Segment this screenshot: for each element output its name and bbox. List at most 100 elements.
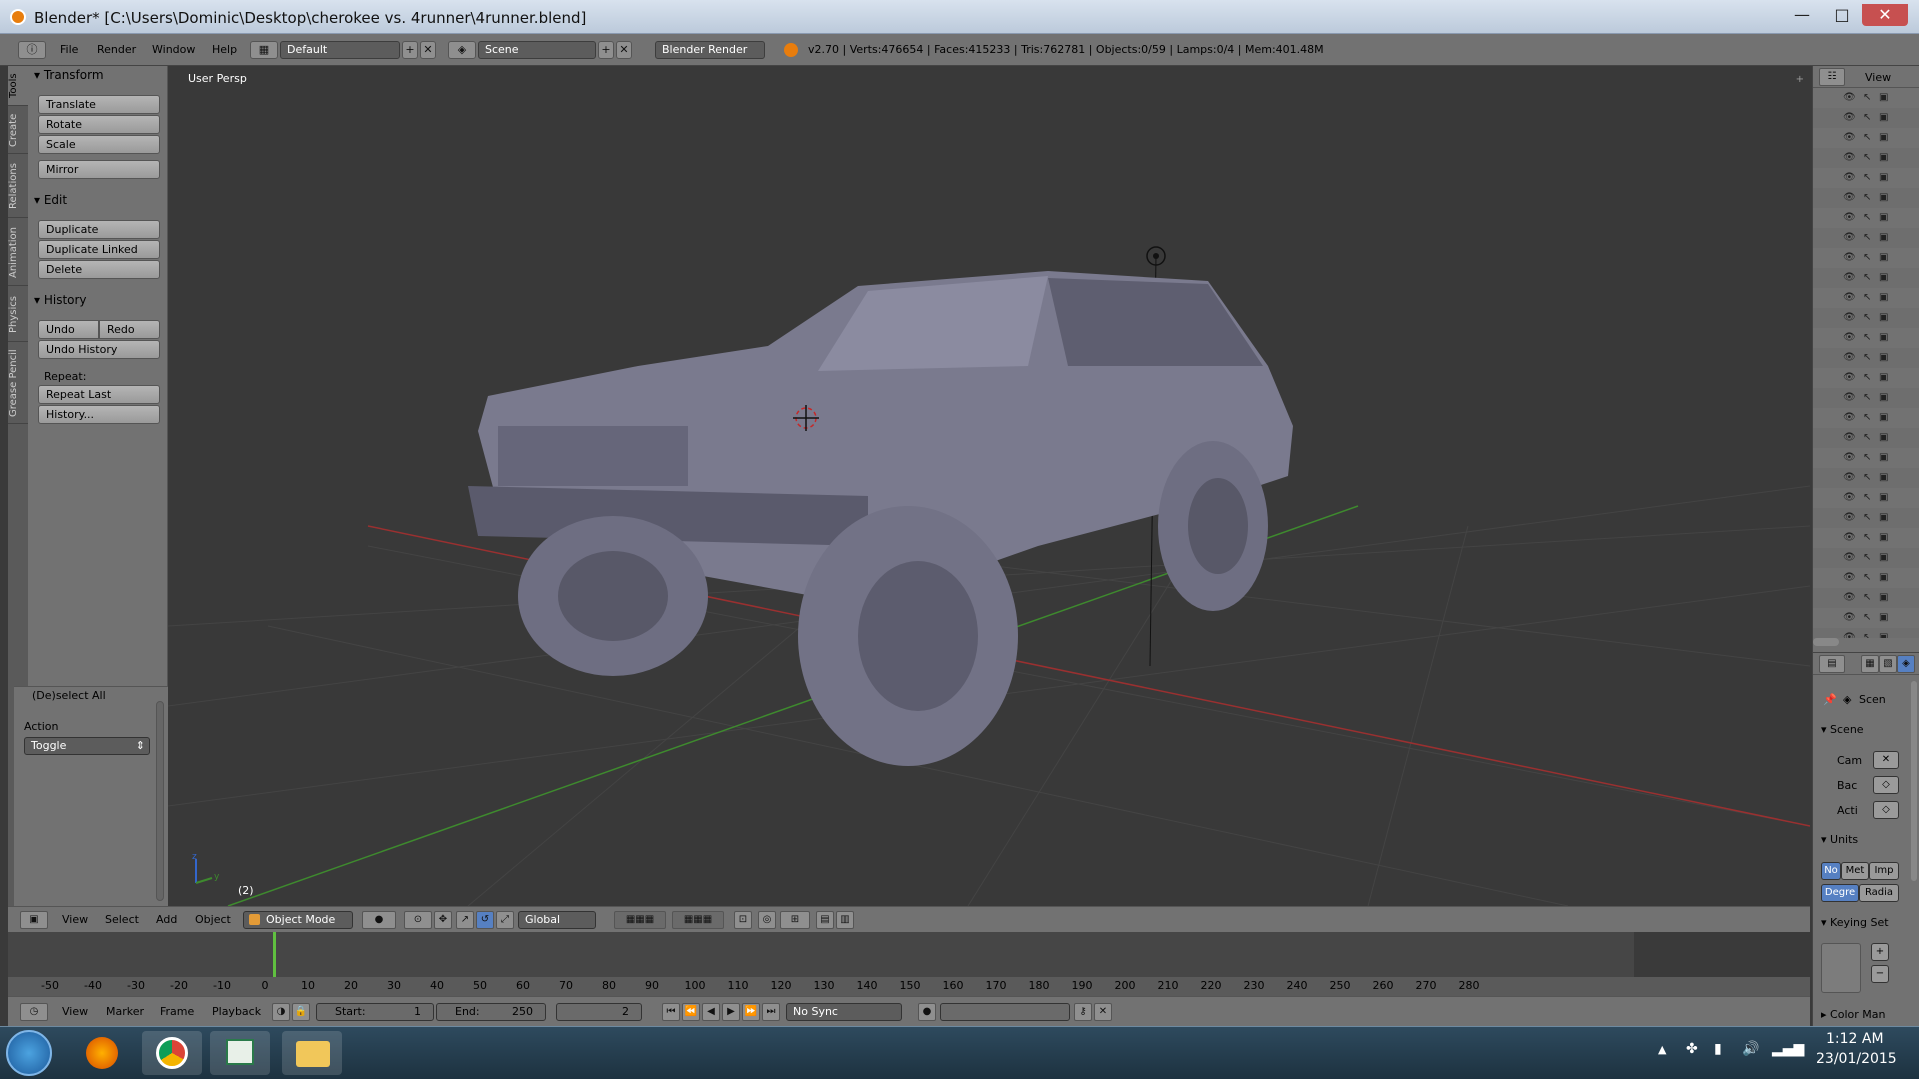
scene-icon[interactable]: ◈ (448, 41, 476, 59)
eye-icon[interactable]: 👁 (1843, 592, 1856, 603)
menu-select[interactable]: Select (105, 911, 139, 929)
add-keying-set-button[interactable]: + (1871, 943, 1889, 961)
cursor-icon[interactable]: ↖ (1863, 352, 1871, 363)
start-frame-field[interactable]: Start: 1 (316, 1003, 434, 1021)
render-icon[interactable]: ▣ (1879, 192, 1888, 203)
lock-frame-icon[interactable]: 🔒 (292, 1003, 310, 1021)
eye-icon[interactable]: 👁 (1843, 132, 1856, 143)
render-icon[interactable]: ▣ (1879, 632, 1888, 638)
eye-icon[interactable]: 👁 (1843, 292, 1856, 303)
screen-layout-icon[interactable]: ▦ (250, 41, 278, 59)
eye-icon[interactable]: 👁 (1843, 372, 1856, 383)
eye-icon[interactable]: 👁 (1843, 112, 1856, 123)
outliner-row[interactable]: 👁 ↖ ▣ (1813, 388, 1919, 408)
render-animation-icon[interactable]: ▥ (836, 911, 854, 929)
jump-end-icon[interactable]: ⏭ (762, 1003, 780, 1021)
unit-none-button[interactable]: No (1821, 862, 1841, 880)
eye-icon[interactable]: 👁 (1843, 332, 1856, 343)
mode-select[interactable]: Object Mode (243, 911, 353, 929)
add-layout-button[interactable]: + (402, 41, 418, 59)
screen-layout-field[interactable]: Default (280, 41, 400, 59)
menu-help[interactable]: Help (212, 41, 237, 59)
render-icon[interactable]: ▣ (1879, 172, 1888, 183)
pin-icon[interactable]: 📌 (1823, 693, 1837, 706)
eye-icon[interactable]: 👁 (1843, 172, 1856, 183)
cursor-icon[interactable]: ↖ (1863, 192, 1871, 203)
eye-icon[interactable]: 👁 (1843, 232, 1856, 243)
close-button[interactable]: ✕ (1862, 4, 1908, 26)
active-field[interactable]: ◇ (1873, 801, 1899, 819)
render-icon[interactable]: ▣ (1879, 512, 1888, 523)
cursor-icon[interactable]: ↖ (1863, 632, 1871, 638)
outliner-row[interactable]: 👁 ↖ ▣ (1813, 368, 1919, 388)
eye-icon[interactable]: 👁 (1843, 252, 1856, 263)
firefox-taskbar-button[interactable] (72, 1031, 132, 1075)
repeat-last-button[interactable]: Repeat Last (38, 385, 160, 404)
eye-icon[interactable]: 👁 (1843, 392, 1856, 403)
menu-file[interactable]: File (60, 41, 78, 59)
outliner-row[interactable]: 👁 ↖ ▣ (1813, 408, 1919, 428)
cursor-icon[interactable]: ↖ (1863, 312, 1871, 323)
scene-field[interactable]: Scene (478, 41, 596, 59)
transform-orientation-select[interactable]: Global (518, 911, 596, 929)
keying-panel-header[interactable]: ▾ Keying Set (1821, 916, 1889, 929)
explorer-taskbar-button[interactable] (282, 1031, 342, 1075)
jump-start-icon[interactable]: ⏮ (662, 1003, 680, 1021)
panel-edit-header[interactable]: ▾ Edit (34, 193, 67, 207)
start-button[interactable] (6, 1030, 52, 1076)
insert-keyframe-icon[interactable]: ⚷ (1074, 1003, 1092, 1021)
menu-view[interactable]: View (62, 911, 88, 929)
outliner-scrollbar[interactable] (1813, 638, 1839, 646)
current-frame-field[interactable]: 2 (556, 1003, 642, 1021)
eye-icon[interactable]: 👁 (1843, 532, 1856, 543)
menu-render[interactable]: Render (97, 41, 136, 59)
scene-panel-header[interactable]: ▾ Scene (1821, 723, 1864, 736)
eye-icon[interactable]: 👁 (1843, 312, 1856, 323)
action-select[interactable]: Toggle ⇕ (24, 737, 150, 755)
layers-grid-a[interactable]: ▦▦▦ (614, 911, 666, 929)
maximize-button[interactable]: □ (1822, 4, 1862, 26)
render-icon[interactable]: ▣ (1879, 252, 1888, 263)
cursor-icon[interactable]: ↖ (1863, 612, 1871, 623)
viewport-shading-icon[interactable]: ● (362, 911, 396, 929)
clock-date[interactable]: 23/01/2015 (1816, 1051, 1897, 1067)
units-panel-header[interactable]: ▾ Units (1821, 833, 1858, 846)
cursor-icon[interactable]: ↖ (1863, 512, 1871, 523)
network-icon[interactable]: ▂▄▆ (1772, 1041, 1804, 1057)
render-icon[interactable]: ▣ (1879, 332, 1888, 343)
outliner-row[interactable]: 👁 ↖ ▣ (1813, 268, 1919, 288)
lock-layers-icon[interactable]: ⊡ (734, 911, 752, 929)
app-taskbar-button[interactable] (210, 1031, 270, 1075)
menu-playback[interactable]: Playback (212, 1003, 261, 1021)
minimize-button[interactable]: — (1782, 4, 1822, 26)
timeline-area[interactable]: -50 -40 -30 -20 -10 0 10 20 30 40 50 60 70 80 90 100 110… (8, 932, 1810, 996)
preview-range-icon[interactable]: ◑ (272, 1003, 290, 1021)
cursor-icon[interactable]: ↖ (1863, 432, 1871, 443)
outliner-row[interactable]: 👁 ↖ ▣ (1813, 128, 1919, 148)
render-tab-icon[interactable]: ▦ (1861, 655, 1879, 673)
remove-scene-button[interactable]: ✕ (616, 41, 632, 59)
tab-tools[interactable]: Tools (8, 66, 28, 106)
menu-object[interactable]: Object (195, 911, 231, 929)
duplicate-button[interactable]: Duplicate (38, 220, 160, 239)
play-icon[interactable]: ▶ (722, 1003, 740, 1021)
volume-icon[interactable]: 🔊 (1742, 1041, 1759, 1057)
cursor-icon[interactable]: ↖ (1863, 572, 1871, 583)
eye-icon[interactable]: 👁 (1843, 352, 1856, 363)
render-icon[interactable]: ▣ (1879, 552, 1888, 563)
cursor-icon[interactable]: ↖ (1863, 372, 1871, 383)
cursor-icon[interactable]: ↖ (1863, 472, 1871, 483)
eye-icon[interactable]: 👁 (1843, 412, 1856, 423)
outliner-row[interactable]: 👁 ↖ ▣ (1813, 168, 1919, 188)
outliner-row[interactable]: 👁 ↖ ▣ (1813, 488, 1919, 508)
render-icon[interactable]: ▣ (1879, 572, 1888, 583)
render-icon[interactable]: ▣ (1879, 492, 1888, 503)
play-reverse-icon[interactable]: ◀ (702, 1003, 720, 1021)
cursor-icon[interactable]: ↖ (1863, 212, 1871, 223)
render-icon[interactable]: ▣ (1879, 352, 1888, 363)
render-engine-select[interactable]: Blender Render (655, 41, 765, 59)
outliner-row[interactable]: 👁 ↖ ▣ (1813, 108, 1919, 128)
eye-icon[interactable]: 👁 (1843, 432, 1856, 443)
eye-icon[interactable]: 👁 (1843, 92, 1856, 103)
eye-icon[interactable]: 👁 (1843, 612, 1856, 623)
